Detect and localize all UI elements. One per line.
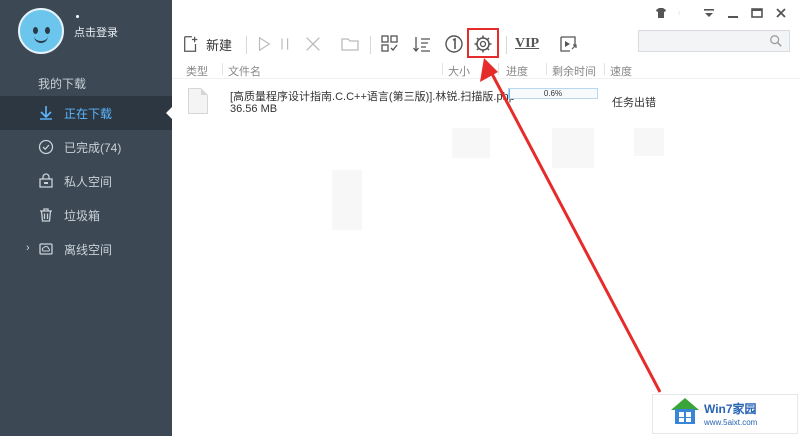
- delete-icon: [306, 37, 320, 51]
- sidebar-item-label: 私人空间: [64, 174, 113, 189]
- settings-highlight-box: [467, 28, 499, 58]
- column-divider: [604, 63, 605, 75]
- watermark-house-logo: [671, 398, 699, 424]
- sidebar-item-label: 正在下载: [64, 106, 113, 121]
- sidebar: 点击登录 我的下载 正在下载 已完成(74) 私人空间 垃圾箱 › 离线空间: [0, 0, 172, 436]
- column-header-remaining[interactable]: 剩余时间: [552, 63, 596, 79]
- sidebar-item-trash[interactable]: 垃圾箱: [0, 198, 172, 232]
- download-filename: [高质量程序设计指南.C.C++语言(第三版)].林锐.扫描版.php: [230, 91, 515, 103]
- watermark-url: www.5aixt.com: [704, 418, 758, 427]
- speed-limit-button[interactable]: [444, 30, 464, 58]
- toolbar-divider: [506, 36, 507, 54]
- watermark-ghost: [634, 128, 664, 156]
- column-headers: 类型 文件名 大小 进度 剩余时间 速度: [172, 61, 800, 79]
- maximize-icon[interactable]: [750, 6, 764, 20]
- pause-button[interactable]: [278, 30, 294, 58]
- skin-shirt-icon[interactable]: [654, 6, 668, 20]
- chevron-right-icon[interactable]: ›: [26, 242, 30, 254]
- sidebar-item-downloading[interactable]: 正在下载: [0, 96, 172, 130]
- sort-icon: [413, 37, 430, 53]
- check-circle-icon: [38, 139, 54, 155]
- login-link[interactable]: 点击登录: [74, 24, 118, 40]
- cloud-folder-icon: [39, 243, 53, 255]
- column-header-size[interactable]: 大小: [448, 63, 470, 79]
- play-icon: [258, 36, 271, 52]
- online-dot: [76, 15, 79, 18]
- sidebar-item-label: 离线空间: [64, 242, 113, 257]
- section-title-my-downloads: 我的下载: [38, 77, 87, 91]
- column-divider: [546, 63, 547, 75]
- new-task-button[interactable]: 新建: [182, 30, 232, 58]
- start-button[interactable]: [255, 30, 273, 58]
- media-play-icon: [560, 36, 577, 52]
- pause-icon: [281, 38, 289, 50]
- sidebar-item-label: 垃圾箱: [64, 208, 101, 223]
- toolbar-divider: [246, 36, 247, 54]
- column-divider: [498, 63, 499, 75]
- column-header-speed[interactable]: 速度: [610, 63, 632, 79]
- avatar[interactable]: [18, 8, 64, 54]
- new-file-icon: [184, 36, 198, 52]
- select-icon: [381, 35, 398, 52]
- watermark-ghost: [452, 128, 490, 158]
- search-input[interactable]: [638, 30, 790, 52]
- select-button[interactable]: [380, 30, 400, 58]
- download-row[interactable]: [高质量程序设计指南.C.C++语言(第三版)].林锐.扫描版.php 36.5…: [172, 82, 800, 122]
- folder-icon: [341, 38, 359, 51]
- sidebar-item-label: 已完成(74): [64, 140, 122, 155]
- sidebar-item-offline-space[interactable]: › 离线空间: [0, 232, 172, 266]
- window-controls: [654, 6, 788, 20]
- file-type-icon: [188, 88, 208, 114]
- minimize-icon[interactable]: [726, 6, 740, 20]
- watermark-ghost: [332, 170, 362, 230]
- download-size: 36.56 MB: [230, 103, 278, 115]
- delete-button[interactable]: [304, 30, 322, 58]
- column-divider: [222, 63, 223, 75]
- lock-box-icon: [39, 173, 53, 188]
- column-divider: [442, 63, 443, 75]
- vip-button[interactable]: VIP: [515, 30, 539, 58]
- open-folder-button[interactable]: [340, 30, 360, 58]
- menu-dropdown-icon[interactable]: [702, 6, 716, 20]
- profile-panel: 点击登录: [0, 0, 172, 66]
- column-header-filename[interactable]: 文件名: [228, 63, 261, 79]
- sort-button[interactable]: [412, 30, 432, 58]
- download-arrow-icon: [40, 106, 52, 120]
- watermark-ghost: [552, 128, 594, 168]
- progress-percent: 0.6%: [543, 89, 563, 98]
- main-panel: 新建 VIP 类型 文件名 大小 进度 剩余时间 速度 [高质量程序设计指南.C…: [172, 0, 800, 436]
- column-header-progress[interactable]: 进度: [506, 63, 528, 79]
- vip-icon: VIP: [515, 36, 540, 51]
- separator-icon: [678, 6, 692, 20]
- download-progress-bar: 0.6%: [508, 88, 598, 99]
- trash-icon: [40, 208, 52, 222]
- sidebar-item-private-space[interactable]: 私人空间: [0, 164, 172, 198]
- download-status: 任务出错: [612, 97, 656, 109]
- sidebar-nav: 正在下载 已完成(74) 私人空间 垃圾箱 › 离线空间: [0, 96, 172, 266]
- search-icon[interactable]: [769, 34, 783, 48]
- speed-limit-icon: [445, 35, 463, 53]
- sidebar-item-completed[interactable]: 已完成(74): [0, 130, 172, 164]
- media-play-button[interactable]: [558, 30, 578, 58]
- watermark-title: Win7家园: [704, 402, 757, 416]
- column-header-type[interactable]: 类型: [186, 63, 208, 79]
- new-task-label: 新建: [206, 37, 233, 53]
- toolbar-divider: [370, 36, 371, 54]
- close-icon[interactable]: [774, 6, 788, 20]
